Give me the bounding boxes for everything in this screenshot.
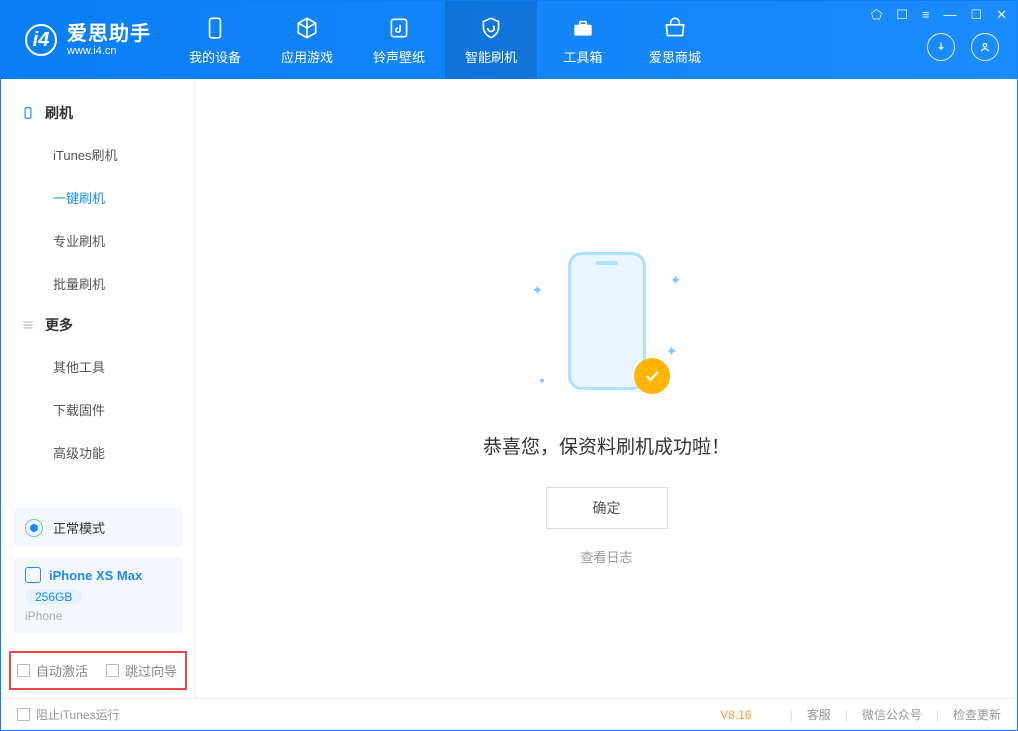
logo-area: i4 爱思助手 www.i4.cn [1, 23, 169, 57]
checkbox-icon [17, 708, 30, 721]
sidebar-item-batch-flash[interactable]: 批量刷机 [1, 262, 195, 305]
separator: | [845, 708, 848, 722]
mode-label: 正常模式 [53, 518, 105, 537]
mode-indicator-icon [25, 519, 43, 537]
minimize-button[interactable]: — [943, 7, 956, 23]
shirt-icon[interactable]: ⬠ [871, 7, 882, 23]
sidebar-section-more: 更多 [1, 305, 195, 345]
sidebar-item-pro-flash[interactable]: 专业刷机 [1, 219, 195, 262]
section-title: 刷机 [45, 103, 73, 123]
sidebar-item-other-tools[interactable]: 其他工具 [1, 345, 195, 388]
separator: | [790, 708, 793, 722]
sidebar-section-flash: 刷机 [1, 93, 195, 133]
version-label: V8.16 [720, 708, 751, 722]
phone-illustration-icon [568, 252, 646, 390]
checkbox-block-itunes[interactable]: 阻止iTunes运行 [17, 706, 120, 723]
tab-store[interactable]: 爱思商城 [629, 1, 721, 79]
footer: 阻止iTunes运行 V8.16 | 客服 | 微信公众号 | 检查更新 [1, 698, 1017, 730]
sidebar-scroll: 刷机 iTunes刷机 一键刷机 专业刷机 批量刷机 更多 其他工具 下载固件 … [1, 79, 195, 498]
checkbox-label: 自动激活 [36, 661, 88, 680]
body-area: 刷机 iTunes刷机 一键刷机 专业刷机 批量刷机 更多 其他工具 下载固件 … [1, 79, 1017, 698]
tab-label: 我的设备 [189, 47, 241, 66]
success-illustration: ✦ ✦ • ✦ [532, 252, 682, 412]
cube-icon [294, 15, 320, 41]
tab-toolbox[interactable]: 工具箱 [537, 1, 629, 79]
close-button[interactable]: ✕ [996, 7, 1007, 23]
sparkle-icon: ✦ [666, 343, 678, 360]
device-icon [202, 15, 228, 41]
main-content: ✦ ✦ • ✦ 恭喜您，保资料刷机成功啦！ 确定 查看日志 [196, 79, 1017, 698]
logo-text: 爱思助手 www.i4.cn [67, 23, 151, 57]
phone-outline-icon [21, 106, 35, 120]
tab-label: 铃声壁纸 [373, 47, 425, 66]
app-header: i4 爱思助手 www.i4.cn 我的设备 应用游戏 铃声壁纸 智能刷机 工具… [1, 1, 1017, 79]
feedback-icon[interactable]: ☐ [896, 7, 908, 23]
logo-icon: i4 [25, 24, 57, 56]
checkbox-label: 阻止iTunes运行 [36, 706, 120, 723]
ok-button[interactable]: 确定 [546, 487, 668, 529]
checkbox-icon [17, 664, 30, 677]
separator: | [936, 708, 939, 722]
device-small-icon [25, 567, 41, 583]
maximize-button[interactable]: ☐ [970, 7, 982, 23]
download-icon[interactable] [927, 33, 955, 61]
device-type: iPhone [25, 609, 171, 623]
tab-my-device[interactable]: 我的设备 [169, 1, 261, 79]
mode-box[interactable]: 正常模式 [13, 508, 183, 547]
tab-label: 智能刷机 [465, 47, 517, 66]
device-box[interactable]: iPhone XS Max 256GB iPhone [13, 557, 183, 633]
checkmark-badge-icon [634, 358, 670, 394]
store-icon [662, 15, 688, 41]
tab-label: 工具箱 [563, 47, 602, 66]
window-controls: ⬠ ☐ ≡ — ☐ ✕ [871, 7, 1007, 23]
sidebar-item-download-firmware[interactable]: 下载固件 [1, 388, 195, 431]
sidebar-item-oneclick-flash[interactable]: 一键刷机 [1, 176, 195, 219]
app-title: 爱思助手 [67, 23, 151, 45]
options-row: 自动激活 跳过向导 [9, 651, 187, 690]
tab-label: 爱思商城 [649, 47, 701, 66]
view-log-link[interactable]: 查看日志 [580, 547, 632, 566]
sparkle-icon: • [540, 372, 545, 388]
sidebar-bottom: 正常模式 iPhone XS Max 256GB iPhone [1, 498, 195, 641]
sidebar-item-advanced[interactable]: 高级功能 [1, 431, 195, 474]
sparkle-icon: ✦ [670, 272, 682, 289]
main-tabs: 我的设备 应用游戏 铃声壁纸 智能刷机 工具箱 爱思商城 [169, 1, 721, 79]
device-storage-badge: 256GB [25, 589, 82, 605]
footer-link-support[interactable]: 客服 [807, 706, 831, 723]
tab-smart-flash[interactable]: 智能刷机 [445, 1, 537, 79]
checkbox-auto-activate[interactable]: 自动激活 [17, 661, 88, 680]
toolbox-icon [570, 15, 596, 41]
header-right-icons [927, 33, 999, 61]
user-icon[interactable] [971, 33, 999, 61]
device-name: iPhone XS Max [49, 568, 142, 583]
tab-ringtone-wallpaper[interactable]: 铃声壁纸 [353, 1, 445, 79]
app-subtitle: www.i4.cn [67, 45, 151, 57]
tab-label: 应用游戏 [281, 47, 333, 66]
success-message: 恭喜您，保资料刷机成功啦！ [483, 432, 730, 459]
shield-refresh-icon [478, 15, 504, 41]
sidebar-item-itunes-flash[interactable]: iTunes刷机 [1, 133, 195, 176]
footer-link-wechat[interactable]: 微信公众号 [862, 706, 922, 723]
checkbox-label: 跳过向导 [125, 661, 177, 680]
sparkle-icon: ✦ [532, 282, 544, 299]
section-title: 更多 [45, 315, 73, 335]
list-icon [21, 318, 35, 332]
checkbox-skip-guide[interactable]: 跳过向导 [106, 661, 177, 680]
music-note-icon [386, 15, 412, 41]
sidebar: 刷机 iTunes刷机 一键刷机 专业刷机 批量刷机 更多 其他工具 下载固件 … [1, 79, 196, 698]
footer-link-update[interactable]: 检查更新 [953, 706, 1001, 723]
menu-icon[interactable]: ≡ [922, 7, 930, 23]
tab-apps-games[interactable]: 应用游戏 [261, 1, 353, 79]
checkbox-icon [106, 664, 119, 677]
